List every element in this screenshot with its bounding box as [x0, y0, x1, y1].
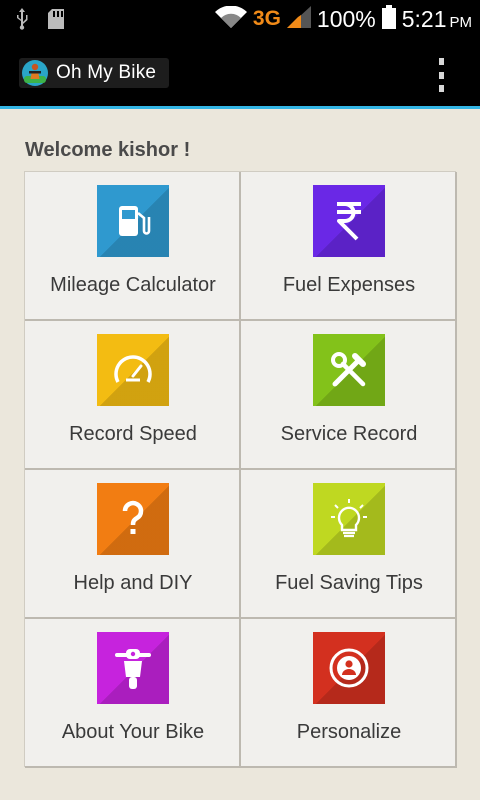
tile-label: Record Speed	[69, 423, 197, 445]
network-type: 3G	[252, 7, 281, 30]
tile-help-and-diy[interactable]: Help and DIY	[25, 470, 241, 619]
tile-fuel-expenses[interactable]: Fuel Expenses	[241, 172, 457, 321]
battery-icon	[381, 4, 396, 34]
tile-label: Service Record	[280, 423, 418, 445]
tile-mileage-calculator[interactable]: Mileage Calculator	[25, 172, 241, 321]
clock-time: 5:21	[401, 5, 447, 32]
tile-label: Mileage Calculator	[50, 274, 216, 296]
app-title: Oh My Bike	[56, 62, 157, 83]
status-bar: 3G 100% 5:21 PM	[0, 0, 480, 38]
speedometer-icon	[97, 334, 169, 406]
battery-percent: 100%	[316, 5, 376, 32]
tools-icon	[313, 334, 385, 406]
tile-personalize[interactable]: Personalize	[241, 619, 457, 768]
tile-label: Help and DIY	[73, 572, 193, 594]
question-icon	[97, 483, 169, 555]
lightbulb-icon	[313, 483, 385, 555]
tile-label: About Your Bike	[61, 721, 205, 743]
dashboard-grid: Mileage Calculator Fuel Expenses Record	[24, 171, 457, 768]
biker-logo-icon	[22, 60, 48, 86]
main-content: Welcome kishor ! Mileage Calculator Fuel	[0, 109, 480, 800]
tile-record-speed[interactable]: Record Speed	[25, 321, 241, 470]
tile-service-record[interactable]: Service Record	[241, 321, 457, 470]
app-brand[interactable]: Oh My Bike	[19, 58, 169, 88]
clock-ampm: PM	[449, 13, 473, 31]
tile-label: Fuel Saving Tips	[275, 572, 423, 594]
action-bar: Oh My Bike	[0, 38, 480, 109]
rupee-icon	[313, 185, 385, 257]
tile-label: Personalize	[296, 721, 402, 743]
tile-about-your-bike[interactable]: About Your Bike	[25, 619, 241, 768]
wifi-icon	[214, 5, 247, 33]
fuel-pump-icon	[97, 185, 169, 257]
motorbike-icon	[97, 632, 169, 704]
sd-card-icon	[48, 9, 64, 34]
signal-icon	[286, 5, 311, 33]
tile-label: Fuel Expenses	[282, 274, 416, 296]
user-icon	[313, 632, 385, 704]
overflow-menu-icon[interactable]	[434, 58, 448, 92]
usb-icon	[14, 8, 30, 35]
tile-fuel-saving-tips[interactable]: Fuel Saving Tips	[241, 470, 457, 619]
welcome-message: Welcome kishor !	[25, 139, 191, 161]
